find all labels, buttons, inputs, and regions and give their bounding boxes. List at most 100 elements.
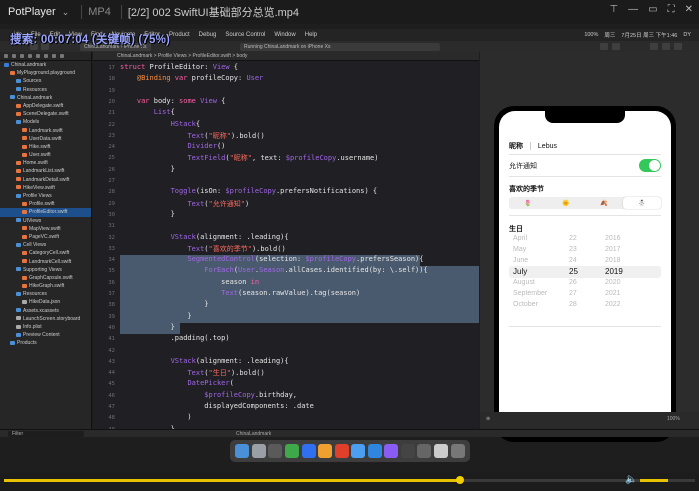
code-line[interactable]: Text("允许通知") bbox=[120, 199, 249, 209]
code-line[interactable]: ForEach(User.Season.allCases.identified(… bbox=[120, 266, 427, 274]
menu-item-debug[interactable]: Debug bbox=[199, 32, 217, 38]
navigator-item[interactable]: Landmark.swift bbox=[0, 127, 91, 135]
year-wheel[interactable]: 2016 2017 2018 2019 2020 2021 2022 bbox=[605, 233, 655, 310]
nickname-field[interactable]: Lebus bbox=[538, 143, 557, 150]
seek-handle[interactable] bbox=[456, 476, 465, 484]
picker-option[interactable]: 2016 bbox=[605, 233, 655, 244]
navigator-item[interactable]: HikeData.json bbox=[0, 298, 91, 306]
app-name[interactable]: PotPlayer bbox=[0, 6, 62, 18]
navigator-item[interactable]: LaunchScreen.storyboard bbox=[0, 315, 91, 323]
picker-option[interactable]: 2020 bbox=[605, 277, 655, 288]
filter-field[interactable]: Filter bbox=[8, 431, 84, 437]
dock-app-icon[interactable] bbox=[301, 444, 316, 458]
dock-app-icon[interactable] bbox=[251, 444, 266, 458]
menu-item-window[interactable]: Window bbox=[274, 32, 295, 38]
navigator-item[interactable]: Resources bbox=[0, 290, 91, 298]
dock-app-icon[interactable] bbox=[351, 444, 366, 458]
code-line[interactable]: Text("喜欢的季节").bold() bbox=[120, 244, 285, 254]
navigator-item[interactable]: GraphCapsule.swift bbox=[0, 274, 91, 282]
navigator-item[interactable]: MapView.swift bbox=[0, 225, 91, 233]
dock-app-icon[interactable] bbox=[268, 444, 283, 458]
dock-app-icon[interactable] bbox=[235, 444, 250, 458]
chevron-down-icon[interactable]: ⌄ bbox=[62, 7, 70, 18]
code-line[interactable]: $profileCopy.birthday, bbox=[120, 391, 297, 399]
menu-item-source-control[interactable]: Source Control bbox=[225, 32, 265, 38]
navigator-item[interactable]: Sources bbox=[0, 77, 91, 85]
code-line[interactable]: } bbox=[120, 312, 191, 320]
navigator-item[interactable]: HikeGraph.swift bbox=[0, 282, 91, 290]
picker-option[interactable]: 27 bbox=[569, 288, 609, 299]
navigator-item[interactable]: LandmarkCell.swift bbox=[0, 258, 91, 266]
dock-app-icon[interactable] bbox=[367, 444, 382, 458]
dock-app-icon[interactable] bbox=[318, 444, 333, 458]
picker-option[interactable]: May bbox=[513, 244, 573, 255]
season-segment[interactable]: 🌷 bbox=[509, 197, 547, 209]
code-line[interactable]: Text("生日").bold() bbox=[120, 368, 264, 378]
picker-option[interactable]: 28 bbox=[569, 299, 609, 310]
volume-icon[interactable]: 🔈 bbox=[625, 474, 637, 485]
navigator-toggle-icon[interactable] bbox=[662, 43, 670, 50]
picker-option[interactable]: September bbox=[513, 288, 573, 299]
code-line[interactable]: HStack{ bbox=[120, 120, 201, 128]
test-icon[interactable] bbox=[44, 54, 48, 58]
code-line[interactable]: struct ProfileEditor: View { bbox=[120, 63, 238, 71]
picker-option[interactable]: 23 bbox=[569, 244, 609, 255]
menu-status-item[interactable]: 100% bbox=[584, 32, 598, 38]
picker-option[interactable]: 26 bbox=[569, 277, 609, 288]
navigator-item[interactable]: Supporting Views bbox=[0, 266, 91, 274]
editor-layout-icon[interactable] bbox=[650, 43, 658, 50]
navigator-item[interactable]: Home.swift bbox=[0, 159, 91, 167]
season-segment[interactable]: ☃️ bbox=[623, 197, 661, 209]
notify-toggle[interactable] bbox=[639, 159, 661, 172]
season-segment[interactable]: 🌞 bbox=[547, 197, 585, 209]
navigator-item[interactable]: CategoryCell.swift bbox=[0, 249, 91, 257]
picker-option[interactable]: August bbox=[513, 277, 573, 288]
month-wheel[interactable]: April May June July August September October bbox=[513, 233, 573, 310]
navigator-item[interactable]: LandmarkList.swift bbox=[0, 167, 91, 175]
code-line[interactable]: Text("昵称").bold() bbox=[120, 131, 264, 141]
pin-icon[interactable]: ⊤ bbox=[609, 4, 618, 15]
code-line[interactable]: VStack(alignment: .leading){ bbox=[120, 233, 289, 241]
birthday-date-picker[interactable]: April May June July August September October 2… bbox=[509, 235, 661, 311]
navigator-item[interactable]: Info.plist bbox=[0, 323, 91, 331]
day-wheel[interactable]: 22 23 24 25 26 27 28 bbox=[569, 233, 609, 310]
code-line[interactable]: } bbox=[120, 210, 175, 218]
picker-option[interactable]: July bbox=[513, 266, 573, 277]
navigator-item[interactable]: Resources bbox=[0, 86, 91, 94]
navigator-item[interactable]: ProfileEditor.swift bbox=[0, 208, 91, 217]
debug-icon[interactable] bbox=[52, 54, 56, 58]
code-line[interactable]: } bbox=[120, 323, 175, 331]
minimize-icon[interactable]: — bbox=[628, 4, 638, 15]
navigator-item[interactable]: Profile.swift bbox=[0, 200, 91, 208]
season-segment[interactable]: 🍂 bbox=[585, 197, 623, 209]
navigator-item[interactable]: HikeView.swift bbox=[0, 184, 91, 192]
code-line[interactable]: .padding(.top) bbox=[120, 334, 230, 342]
code-line[interactable]: SegmentedControl(selection: $profileCopy… bbox=[120, 255, 423, 263]
dock-app-icon[interactable] bbox=[417, 444, 432, 458]
dock-app-icon[interactable] bbox=[384, 444, 399, 458]
code-line[interactable]: TextField("昵称", text: $profileCopy.usern… bbox=[120, 153, 378, 163]
season-segmented-control[interactable]: 🌷 🌞 🍂 ☃️ bbox=[509, 197, 661, 209]
picker-option[interactable]: 2018 bbox=[605, 255, 655, 266]
pin-preview-icon[interactable]: ⊕ bbox=[486, 416, 490, 422]
dock-app-icon[interactable] bbox=[450, 444, 465, 458]
code-line[interactable]: Text(season.rawValue).tag(season) bbox=[120, 289, 360, 297]
picker-option[interactable]: 2019 bbox=[605, 266, 655, 277]
navigator-item[interactable]: UIViews bbox=[0, 217, 91, 225]
navigator-item[interactable]: PageVC.swift bbox=[0, 233, 91, 241]
picker-option[interactable]: 22 bbox=[569, 233, 609, 244]
restore-icon[interactable]: ▭ bbox=[648, 4, 657, 15]
navigator-item[interactable]: Hike.swift bbox=[0, 143, 91, 151]
navigator-item[interactable]: User.swift bbox=[0, 151, 91, 159]
menu-item-product[interactable]: Product bbox=[169, 32, 190, 38]
code-line[interactable]: DatePicker( bbox=[120, 379, 233, 387]
warning-icon[interactable] bbox=[36, 54, 40, 58]
navigator-item[interactable]: ChinaLandmark bbox=[0, 94, 91, 102]
volume-slider[interactable] bbox=[640, 479, 690, 482]
dock-app-icon[interactable] bbox=[400, 444, 415, 458]
picker-option[interactable]: June bbox=[513, 255, 573, 266]
picker-option[interactable]: April bbox=[513, 233, 573, 244]
picker-option[interactable]: 2021 bbox=[605, 288, 655, 299]
navigator-item[interactable]: Cell Views bbox=[0, 241, 91, 249]
picker-option[interactable]: October bbox=[513, 299, 573, 310]
